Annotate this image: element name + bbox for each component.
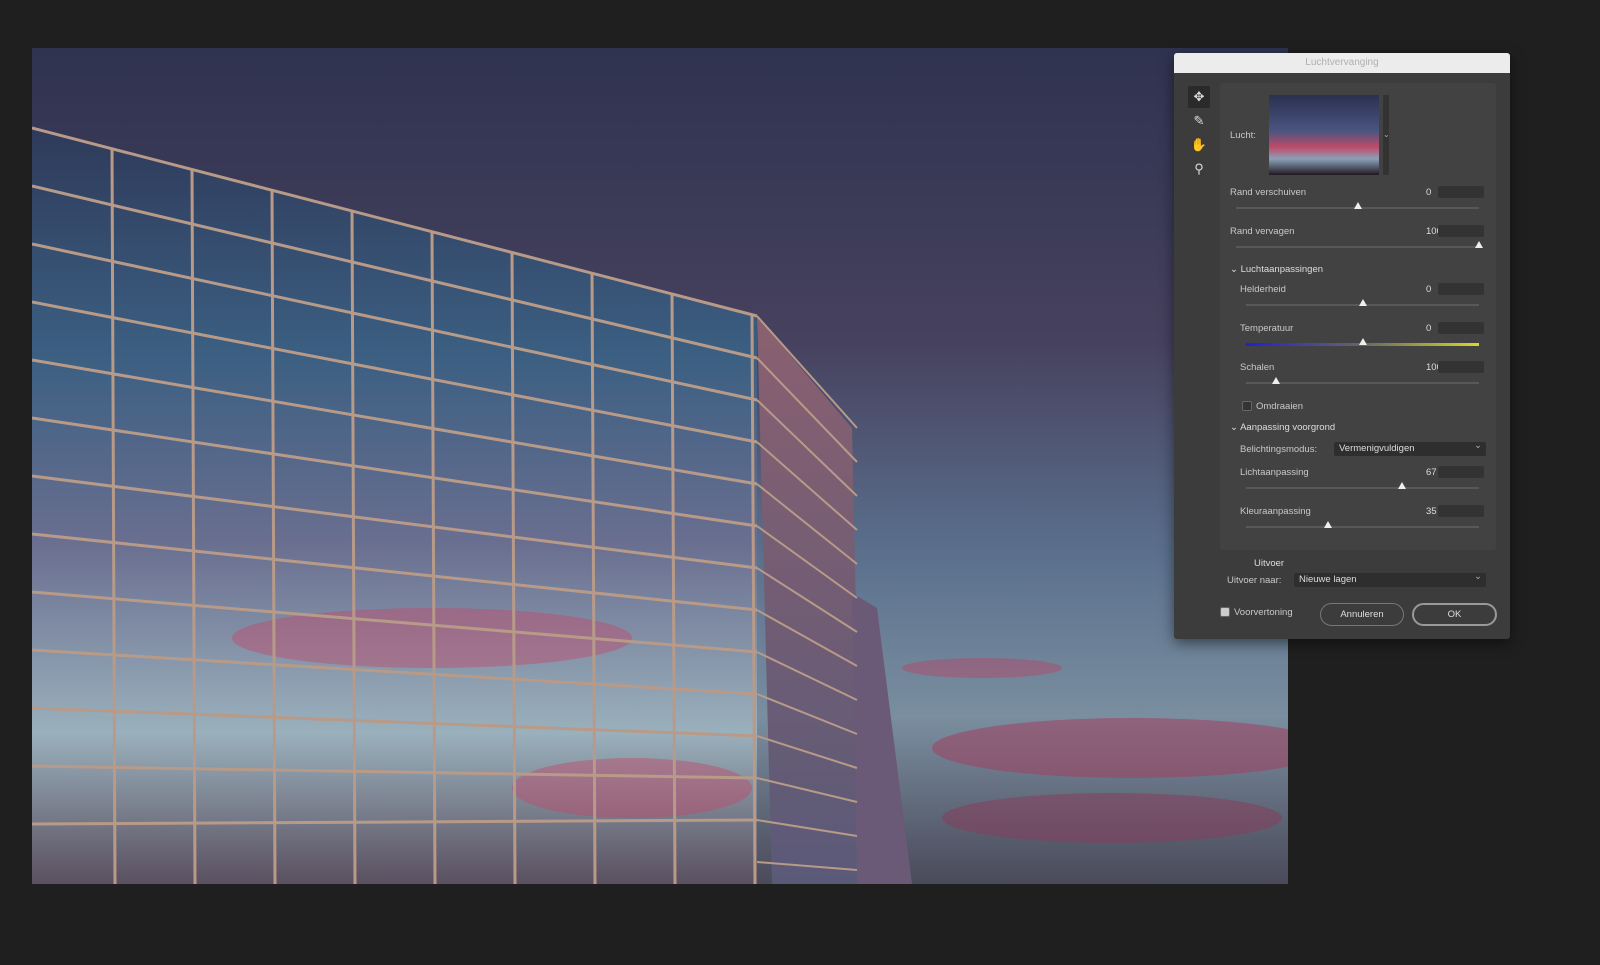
schalen-slider-thumb[interactable] [1272, 377, 1281, 384]
sky-label: Lucht: [1230, 130, 1256, 141]
rand-vervagen-label: Rand vervagen [1230, 226, 1295, 237]
sky-dropdown-chevron-icon[interactable]: ⌄ [1383, 95, 1390, 175]
helderheid-input[interactable] [1438, 283, 1484, 295]
omdraaien-label: Omdraaien [1256, 401, 1303, 412]
lichtaanpassing-label: Lichtaanpassing [1240, 467, 1309, 478]
blend-mode-label: Belichtingsmodus: [1240, 444, 1318, 455]
foreground-section[interactable]: ⌄ Aanpassing voorgrond [1230, 422, 1335, 433]
section-label: Luchtaanpassingen [1240, 264, 1324, 275]
rand-vervagen-slider-thumb[interactable] [1475, 241, 1483, 248]
schalen-input[interactable] [1438, 361, 1484, 373]
temperatuur-value: 0 [1426, 323, 1432, 334]
kleuraanpassing-input[interactable] [1438, 505, 1484, 517]
output-heading: Uitvoer [1254, 558, 1285, 569]
omdraaien-checkbox[interactable] [1242, 401, 1252, 411]
sky-adjustments-section[interactable]: ⌄ Luchtaanpassingen [1230, 264, 1323, 275]
output-to-value: Nieuwe lagen [1299, 574, 1357, 585]
temperatuur-slider-thumb[interactable] [1358, 338, 1367, 345]
move-icon[interactable]: ✥ [1188, 86, 1210, 108]
rand-vervagen-slider[interactable] [1236, 241, 1483, 248]
rand-verschuiven-slider-thumb[interactable] [1353, 202, 1362, 209]
helderheid-slider-thumb[interactable] [1358, 299, 1367, 306]
rand-verschuiven-label: Rand verschuiven [1230, 187, 1307, 198]
rand-verschuiven-input[interactable] [1438, 186, 1484, 198]
sky-brush-icon[interactable]: ✎ [1188, 110, 1210, 132]
rand-vervagen-input[interactable] [1438, 225, 1484, 237]
sky-replacement-dialog: Luchtvervanging ✥ ✎ ✋ ⚲ Lucht: ⌄ Rand ve… [1174, 53, 1510, 639]
zoom-icon[interactable]: ⚲ [1188, 158, 1210, 180]
cancel-button[interactable]: Annuleren [1320, 603, 1404, 626]
output-to-select[interactable]: Nieuwe lagen [1294, 570, 1486, 587]
lichtaanpassing-value: 67 [1426, 467, 1437, 478]
schalen-label: Schalen [1240, 362, 1275, 373]
blend-mode-select[interactable]: Vermenigvuldigen [1334, 439, 1486, 456]
preview-label: Voorvertoning [1234, 607, 1293, 618]
helderheid-slider[interactable] [1246, 299, 1479, 306]
preview-checkbox[interactable] [1220, 607, 1230, 617]
building-photo [32, 48, 1288, 884]
kleuraanpassing-value: 35 [1426, 506, 1437, 517]
canvas-photo[interactable] [32, 48, 1288, 884]
lichtaanpassing-slider[interactable] [1246, 482, 1479, 489]
lichtaanpassing-slider-thumb[interactable] [1398, 482, 1407, 489]
kleuraanpassing-label: Kleuraanpassing [1240, 506, 1311, 517]
dialog-title[interactable]: Luchtvervanging [1174, 53, 1510, 73]
rand-verschuiven-slider[interactable] [1236, 202, 1479, 209]
rand-verschuiven-value: 0 [1426, 187, 1432, 198]
blend-mode-value: Vermenigvuldigen [1339, 443, 1415, 454]
temperatuur-input[interactable] [1438, 322, 1484, 334]
ok-button[interactable]: OK [1412, 603, 1497, 626]
helderheid-value: 0 [1426, 284, 1432, 295]
section-label: Aanpassing voorgrond [1240, 422, 1336, 433]
kleuraanpassing-slider[interactable] [1246, 521, 1479, 528]
temperatuur-slider[interactable] [1246, 338, 1479, 346]
temperatuur-label: Temperatuur [1240, 323, 1294, 334]
hand-icon[interactable]: ✋ [1188, 134, 1210, 156]
kleuraanpassing-slider-thumb[interactable] [1323, 521, 1332, 528]
sky-thumbnail[interactable] [1269, 95, 1379, 175]
output-to-label: Uitvoer naar: [1227, 575, 1282, 586]
lichtaanpassing-input[interactable] [1438, 466, 1484, 478]
schalen-slider[interactable] [1246, 377, 1479, 384]
helderheid-label: Helderheid [1240, 284, 1286, 295]
